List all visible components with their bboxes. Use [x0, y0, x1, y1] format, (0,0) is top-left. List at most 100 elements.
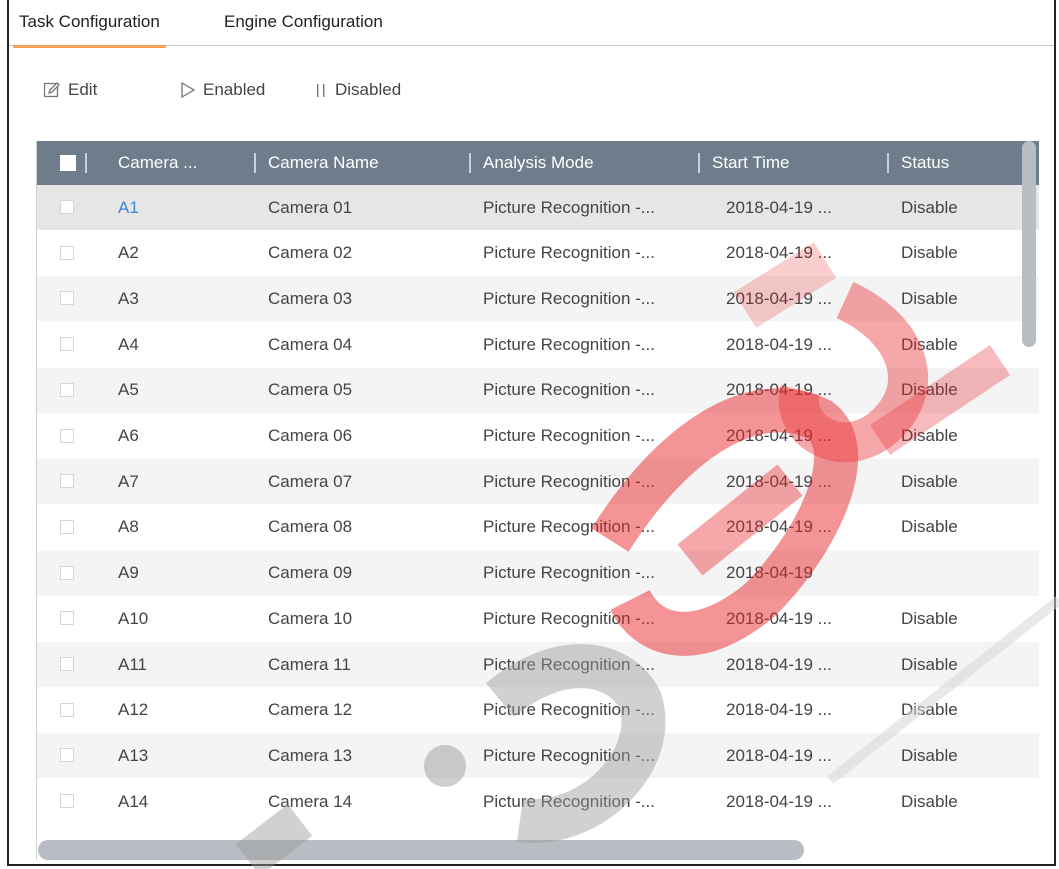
tab-task-configuration[interactable]: Task Configuration	[13, 12, 166, 48]
status-cell: Disable	[901, 654, 958, 674]
start-time-cell: 2018-04-19 ...	[726, 426, 832, 445]
table-row[interactable]: A11 Camera 11 Picture Recognition -... 2018…	[37, 642, 1039, 687]
start-time-cell: 2018-04-19 ...	[726, 471, 832, 491]
vertical-scrollbar[interactable]	[1022, 141, 1036, 347]
camera-name-cell: Camera 09	[268, 563, 353, 583]
camera-id-cell: A2	[118, 243, 139, 263]
enabled-label: Enabled	[203, 80, 266, 99]
column-header-analysis-mode[interactable]: Analysis Mode	[469, 141, 594, 185]
table-row[interactable]: A4 Camera 04 Picture Recognition -... 2018-…	[37, 322, 1039, 367]
analysis-mode-cell: Picture Recognition -...	[483, 426, 655, 445]
row-checkbox[interactable]	[60, 657, 74, 671]
row-checkbox[interactable]	[60, 748, 74, 763]
row-checkbox[interactable]	[60, 382, 74, 397]
status-cell: Disable	[901, 745, 958, 765]
analysis-mode-cell: Picture Recognition -...	[483, 288, 655, 308]
start-time-cell: 2018-04-19 ...	[726, 517, 832, 537]
row-checkbox[interactable]	[60, 245, 74, 260]
play-icon	[180, 81, 196, 99]
camera-name-cell: Camera 14	[268, 791, 353, 811]
row-checkbox[interactable]	[60, 337, 74, 352]
camera-id-cell[interactable]: A1	[118, 185, 139, 230]
start-time-cell: 2018-04-19 ...	[726, 745, 832, 765]
analysis-mode-cell: Picture Recognition -...	[483, 700, 655, 720]
camera-id-cell: A9	[118, 563, 139, 583]
edit-button[interactable]: Edit	[43, 80, 97, 100]
camera-id-cell: A8	[118, 517, 139, 537]
camera-name-cell: Camera 03	[268, 288, 353, 308]
row-checkbox[interactable]	[60, 428, 74, 443]
analysis-mode-cell: Picture Recognition -...	[483, 380, 655, 400]
status-cell: Disable	[901, 517, 958, 537]
status-cell: Disable	[901, 426, 958, 445]
camera-id-cell: A7	[118, 471, 139, 491]
analysis-mode-cell: Picture Recognition -...	[483, 563, 655, 583]
table-row[interactable]: A2 Camera 02 Picture Recognition -... 2018-…	[37, 231, 1039, 276]
start-time-cell: 2018-04-19 ...	[726, 288, 832, 308]
row-checkbox[interactable]	[60, 702, 74, 717]
table-row[interactable]: A3 Camera 03 Picture Recognition -... 2018-…	[37, 276, 1039, 322]
start-time-cell: 2018-04-19 ...	[726, 334, 832, 354]
status-cell: Disable	[901, 334, 958, 354]
analysis-mode-cell: Picture Recognition -...	[483, 745, 655, 765]
camera-name-cell: Camera 12	[268, 700, 353, 720]
table-row[interactable]: A10 Camera 10 Picture Recognition -... 2018…	[37, 596, 1039, 641]
start-time-cell: 2018-04-19 ...	[726, 791, 832, 811]
pause-icon	[314, 81, 328, 99]
row-checkbox[interactable]	[60, 200, 74, 214]
toolbar: Edit Enabled Disabled	[9, 80, 1054, 110]
tab-engine-configuration[interactable]: Engine Configuration	[224, 12, 383, 32]
table-row[interactable]: A14 Camera 14 Picture Recognition -... 2018…	[37, 779, 1039, 824]
table-row[interactable]: A9 Camera 09 Picture Recognition -... 2018-…	[37, 550, 1039, 596]
column-header-start-time[interactable]: Start Time	[698, 141, 789, 185]
camera-id-cell: A11	[118, 654, 147, 674]
table-row[interactable]: A6 Camera 06 Picture Recognition -... 2018-…	[37, 414, 1039, 459]
start-time-cell: 2018-04-19 ...	[726, 243, 832, 263]
camera-name-cell: Camera 11	[268, 654, 351, 674]
camera-name-cell: Camera 04	[268, 334, 353, 354]
row-checkbox[interactable]	[60, 474, 74, 489]
edit-label: Edit	[68, 80, 98, 99]
table-row[interactable]: A13 Camera 13 Picture Recognition -... 2018…	[37, 733, 1039, 779]
column-header-status[interactable]: Status	[887, 141, 949, 185]
status-cell: Disable	[901, 380, 958, 400]
camera-id-cell: A10	[118, 608, 149, 628]
table-row[interactable]: A5 Camera 05 Picture Recognition -... 2018-…	[37, 367, 1039, 413]
status-cell: Disable	[901, 288, 958, 308]
table-row[interactable]: A7 Camera 07 Picture Recognition -... 2018-…	[37, 459, 1039, 505]
start-time-cell: 2018-04-19 ...	[726, 700, 832, 720]
start-time-cell: 2018-04-19 ...	[726, 197, 832, 217]
row-checkbox[interactable]	[60, 611, 74, 626]
table-row[interactable]: A12 Camera 12 Picture Recognition -... 2018…	[37, 688, 1039, 733]
camera-task-table: Camera ... Camera Name Analysis Mode Sta…	[36, 141, 1047, 860]
row-checkbox[interactable]	[60, 794, 74, 809]
camera-name-cell: Camera 07	[268, 471, 353, 491]
column-separator	[85, 153, 87, 173]
status-cell: Disable	[901, 471, 958, 491]
start-time-cell: 2018-04-19 ...	[726, 608, 832, 628]
row-checkbox[interactable]	[60, 291, 74, 306]
disabled-button[interactable]: Disabled	[314, 80, 401, 100]
table-header: Camera ... Camera Name Analysis Mode Sta…	[37, 141, 1039, 185]
camera-id-cell: A6	[118, 426, 139, 445]
row-checkbox[interactable]	[60, 565, 74, 580]
camera-id-cell: A14	[118, 791, 149, 811]
disabled-label: Disabled	[335, 80, 402, 99]
camera-name-cell: Camera 01	[268, 197, 353, 217]
table-row[interactable]: A1 Camera 01 Picture Recognition -... 2018-…	[37, 185, 1039, 230]
analysis-mode-cell: Picture Recognition -...	[483, 334, 655, 354]
camera-name-cell: Camera 13	[268, 745, 353, 765]
column-header-camera-name[interactable]: Camera Name	[254, 141, 379, 185]
row-checkbox[interactable]	[60, 519, 74, 534]
analysis-mode-cell: Picture Recognition -...	[483, 791, 655, 811]
select-all-checkbox[interactable]	[60, 155, 76, 171]
enabled-button[interactable]: Enabled	[180, 80, 265, 100]
column-header-camera-id[interactable]: Camera ...	[118, 141, 197, 185]
status-cell: Disable	[901, 608, 958, 628]
camera-id-cell: A4	[118, 334, 139, 354]
horizontal-scrollbar[interactable]	[38, 840, 804, 860]
camera-id-cell: A13	[118, 745, 149, 765]
table-row[interactable]: A8 Camera 08 Picture Recognition -... 2018-…	[37, 505, 1039, 550]
camera-name-cell: Camera 10	[268, 608, 353, 628]
analysis-mode-cell: Picture Recognition -...	[483, 654, 655, 674]
